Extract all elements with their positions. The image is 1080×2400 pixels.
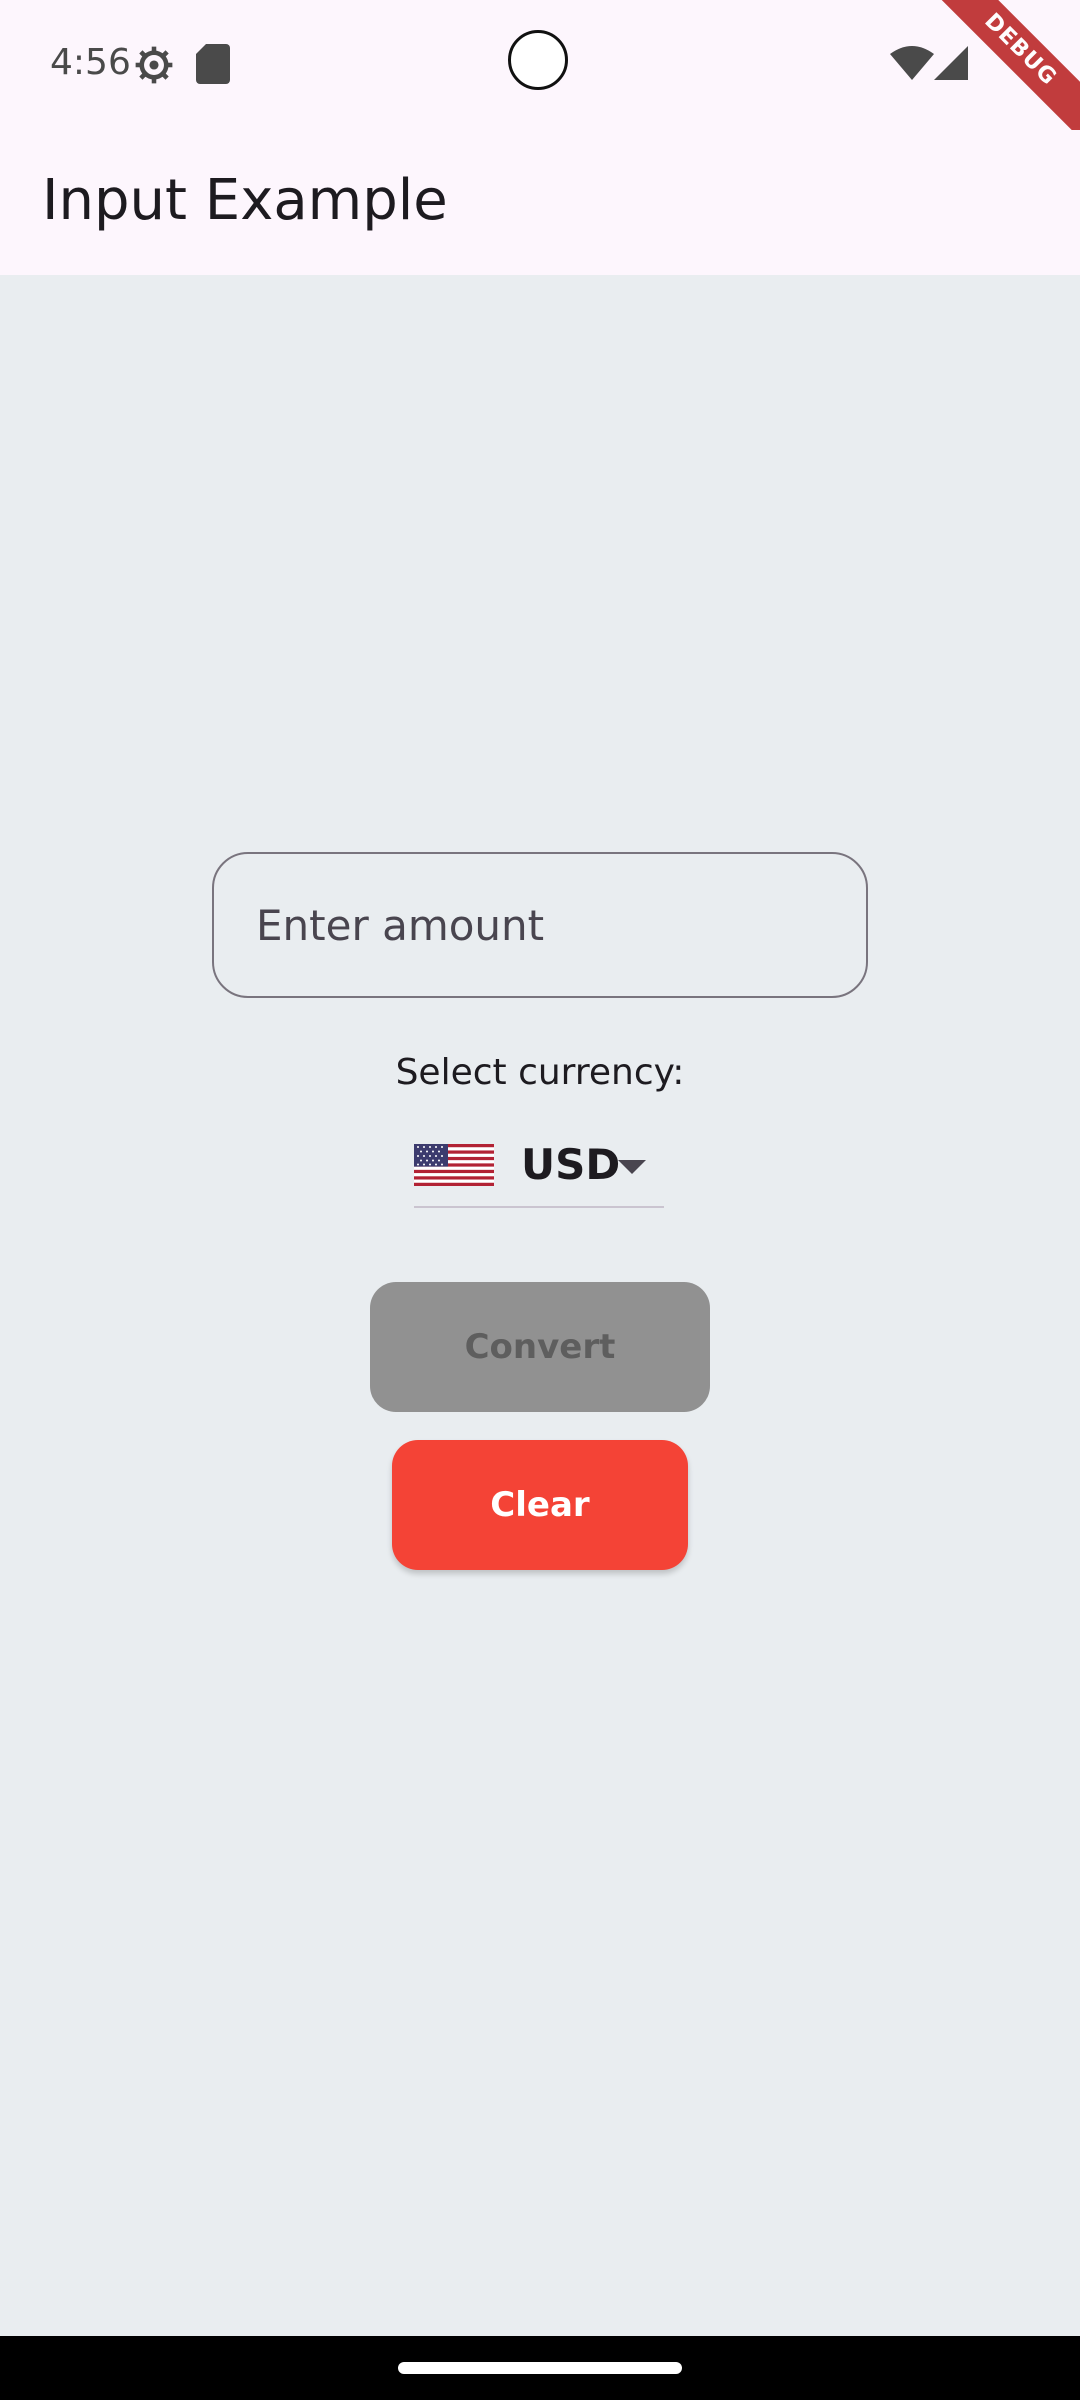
page-title: Input Example <box>42 168 448 233</box>
debug-banner-label: DEBUG <box>930 0 1080 149</box>
chevron-down-icon <box>618 1160 646 1179</box>
debug-banner: DEBUG <box>930 0 1080 150</box>
sd-card-icon <box>196 44 230 89</box>
status-time: 4:56 <box>50 42 131 83</box>
status-bar: 4:56 <box>0 0 1080 130</box>
currency-label: Select currency: <box>395 1052 685 1093</box>
amount-input-placeholder: Enter amount <box>256 900 545 950</box>
us-flag-icon <box>414 1144 494 1186</box>
convert-button[interactable]: Convert <box>370 1282 710 1412</box>
clear-button[interactable]: Clear <box>392 1440 688 1570</box>
currency-dropdown[interactable]: USD <box>414 1130 664 1208</box>
settings-gear-icon <box>133 44 175 91</box>
app-bar: Input Example <box>0 130 1080 275</box>
amount-input[interactable]: Enter amount <box>212 852 868 998</box>
camera-cutout <box>508 30 568 90</box>
home-indicator[interactable] <box>398 2362 682 2374</box>
navigation-bar <box>0 2336 1080 2400</box>
wifi-icon <box>890 46 934 85</box>
selected-currency: USD <box>521 1140 621 1189</box>
